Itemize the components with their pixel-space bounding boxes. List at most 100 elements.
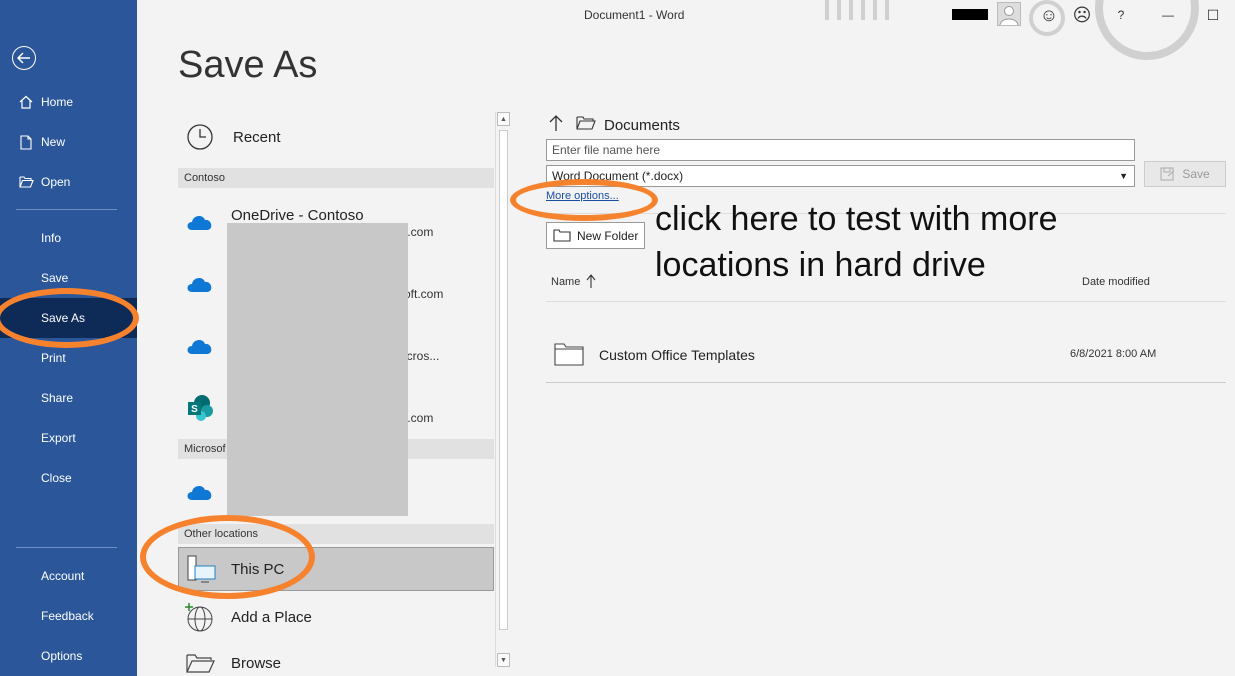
clock-icon [178, 123, 222, 151]
minimize-button[interactable]: — [1157, 4, 1179, 26]
computer-icon [179, 554, 223, 584]
nav-home[interactable]: Home [0, 82, 137, 122]
new-folder-label: New Folder [577, 228, 639, 243]
path-bar: Documents [548, 114, 680, 137]
nav-save-label: Save [41, 271, 69, 285]
backstage-sidebar: Home New Open Info Save Save As Print Sh… [0, 0, 137, 676]
locations-scrollbar[interactable]: ▲ ▼ [495, 112, 510, 667]
save-icon [1160, 167, 1175, 181]
column-header-name[interactable]: Name [551, 274, 596, 289]
back-arrow-icon[interactable] [12, 46, 36, 70]
location-add-place-label: Add a Place [231, 608, 312, 626]
nav-account[interactable]: Account [0, 556, 137, 596]
user-name-redacted[interactable] [952, 9, 988, 20]
divider [546, 301, 1226, 302]
folder-icon [554, 342, 584, 371]
chevron-down-icon: ▼ [1119, 171, 1128, 181]
nav-home-label: Home [41, 95, 74, 109]
save-button[interactable]: Save [1144, 161, 1226, 187]
onedrive-3-account: icros... [404, 349, 440, 363]
location-recent[interactable]: Recent [178, 120, 494, 154]
nav-options[interactable]: Options [0, 636, 137, 676]
up-arrow-icon[interactable] [548, 114, 564, 137]
location-browse[interactable]: Browse [178, 646, 494, 676]
scroll-down-icon[interactable]: ▼ [497, 653, 510, 667]
nav-close-label: Close [41, 471, 72, 485]
add-place-globe-icon [178, 601, 222, 633]
group-header-contoso: Contoso [178, 168, 494, 188]
nav-open-label: Open [41, 175, 71, 189]
sort-ascending-icon [586, 274, 596, 288]
onedrive-cloud-icon [178, 336, 222, 356]
title-bar: Document1 - Word ☺ ☹ ? — ☐ [137, 0, 1235, 60]
column-name-label: Name [551, 275, 581, 288]
file-list-row[interactable]: Custom Office Templates 6/8/2021 8:00 AM [546, 330, 1226, 383]
column-header-date-modified[interactable]: Date modified [1082, 276, 1150, 288]
page-title: Save As [178, 44, 318, 86]
maximize-button[interactable]: ☐ [1202, 4, 1224, 26]
nav-save-as[interactable]: Save As [0, 298, 137, 338]
annotation-line-1: click here to test with more [655, 200, 1058, 238]
user-avatar[interactable] [997, 2, 1021, 26]
location-recent-label: Recent [233, 128, 281, 146]
file-name-input[interactable] [546, 139, 1135, 161]
nav-share-label: Share [41, 391, 74, 405]
nav-options-label: Options [41, 649, 83, 663]
sharepoint-account: t.com [404, 411, 434, 425]
new-folder-button[interactable]: New Folder [546, 222, 645, 249]
home-icon [16, 95, 36, 109]
nav-info-label: Info [41, 231, 62, 245]
nav-feedback-label: Feedback [41, 609, 94, 623]
location-add-place[interactable]: Add a Place [178, 597, 494, 637]
location-browse-label: Browse [231, 654, 282, 672]
onedrive-contoso-account: t.com [404, 225, 434, 239]
nav-save[interactable]: Save [0, 258, 137, 298]
redacted-area [227, 223, 408, 516]
location-this-pc-label: This PC [231, 560, 285, 578]
current-folder-label[interactable]: Documents [604, 117, 680, 134]
file-type-dropdown[interactable]: Word Document (*.docx) ▼ [546, 165, 1135, 187]
nav-open[interactable]: Open [0, 162, 137, 202]
location-this-pc[interactable]: This PC [178, 547, 494, 591]
scrollbar-thumb[interactable] [499, 130, 508, 630]
new-document-icon [16, 134, 36, 150]
save-button-label: Save [1182, 167, 1210, 181]
group-header-other-locations: Other locations [178, 524, 494, 544]
person-icon [999, 6, 1019, 26]
new-folder-icon [553, 229, 571, 242]
nav-export-label: Export [41, 431, 76, 445]
nav-share[interactable]: Share [0, 378, 137, 418]
annotation-note: click here to test with more locations i… [655, 196, 1057, 288]
nav-new-label: New [41, 135, 66, 149]
file-date-modified: 6/8/2021 8:00 AM [1070, 348, 1157, 360]
nav-export[interactable]: Export [0, 418, 137, 458]
frown-icon[interactable]: ☹ [1071, 4, 1093, 26]
more-options-link[interactable]: More options... [546, 190, 619, 202]
nav-info[interactable]: Info [0, 218, 137, 258]
nav-account-label: Account [41, 569, 85, 583]
onedrive-contoso-label: OneDrive - Contoso [231, 206, 364, 224]
scroll-up-icon[interactable]: ▲ [497, 112, 510, 126]
nav-close[interactable]: Close [0, 458, 137, 498]
svg-text:S: S [191, 404, 198, 415]
folder-icon [576, 116, 596, 135]
smile-icon[interactable]: ☺ [1038, 4, 1060, 26]
onedrive-cloud-icon [178, 482, 222, 502]
browse-folder-icon [178, 652, 222, 674]
onedrive-cloud-icon [178, 274, 222, 294]
onedrive-2-account: oft.com [404, 287, 444, 301]
nav-feedback[interactable]: Feedback [0, 596, 137, 636]
nav-print-label: Print [41, 351, 66, 365]
nav-save-as-label: Save As [41, 311, 86, 325]
window-title: Document1 - Word [584, 8, 685, 22]
help-button[interactable]: ? [1110, 4, 1132, 26]
sharepoint-icon: S [178, 393, 222, 423]
file-name: Custom Office Templates [599, 347, 755, 363]
nav-print[interactable]: Print [0, 338, 137, 378]
open-folder-icon [16, 176, 36, 188]
onedrive-cloud-icon [178, 212, 222, 232]
file-type-value: Word Document (*.docx) [552, 169, 684, 183]
save-locations-list: Recent Contoso OneDrive - Contoso t.com … [178, 110, 494, 676]
nav-new[interactable]: New [0, 122, 137, 162]
annotation-line-2: locations in hard drive [655, 246, 986, 284]
